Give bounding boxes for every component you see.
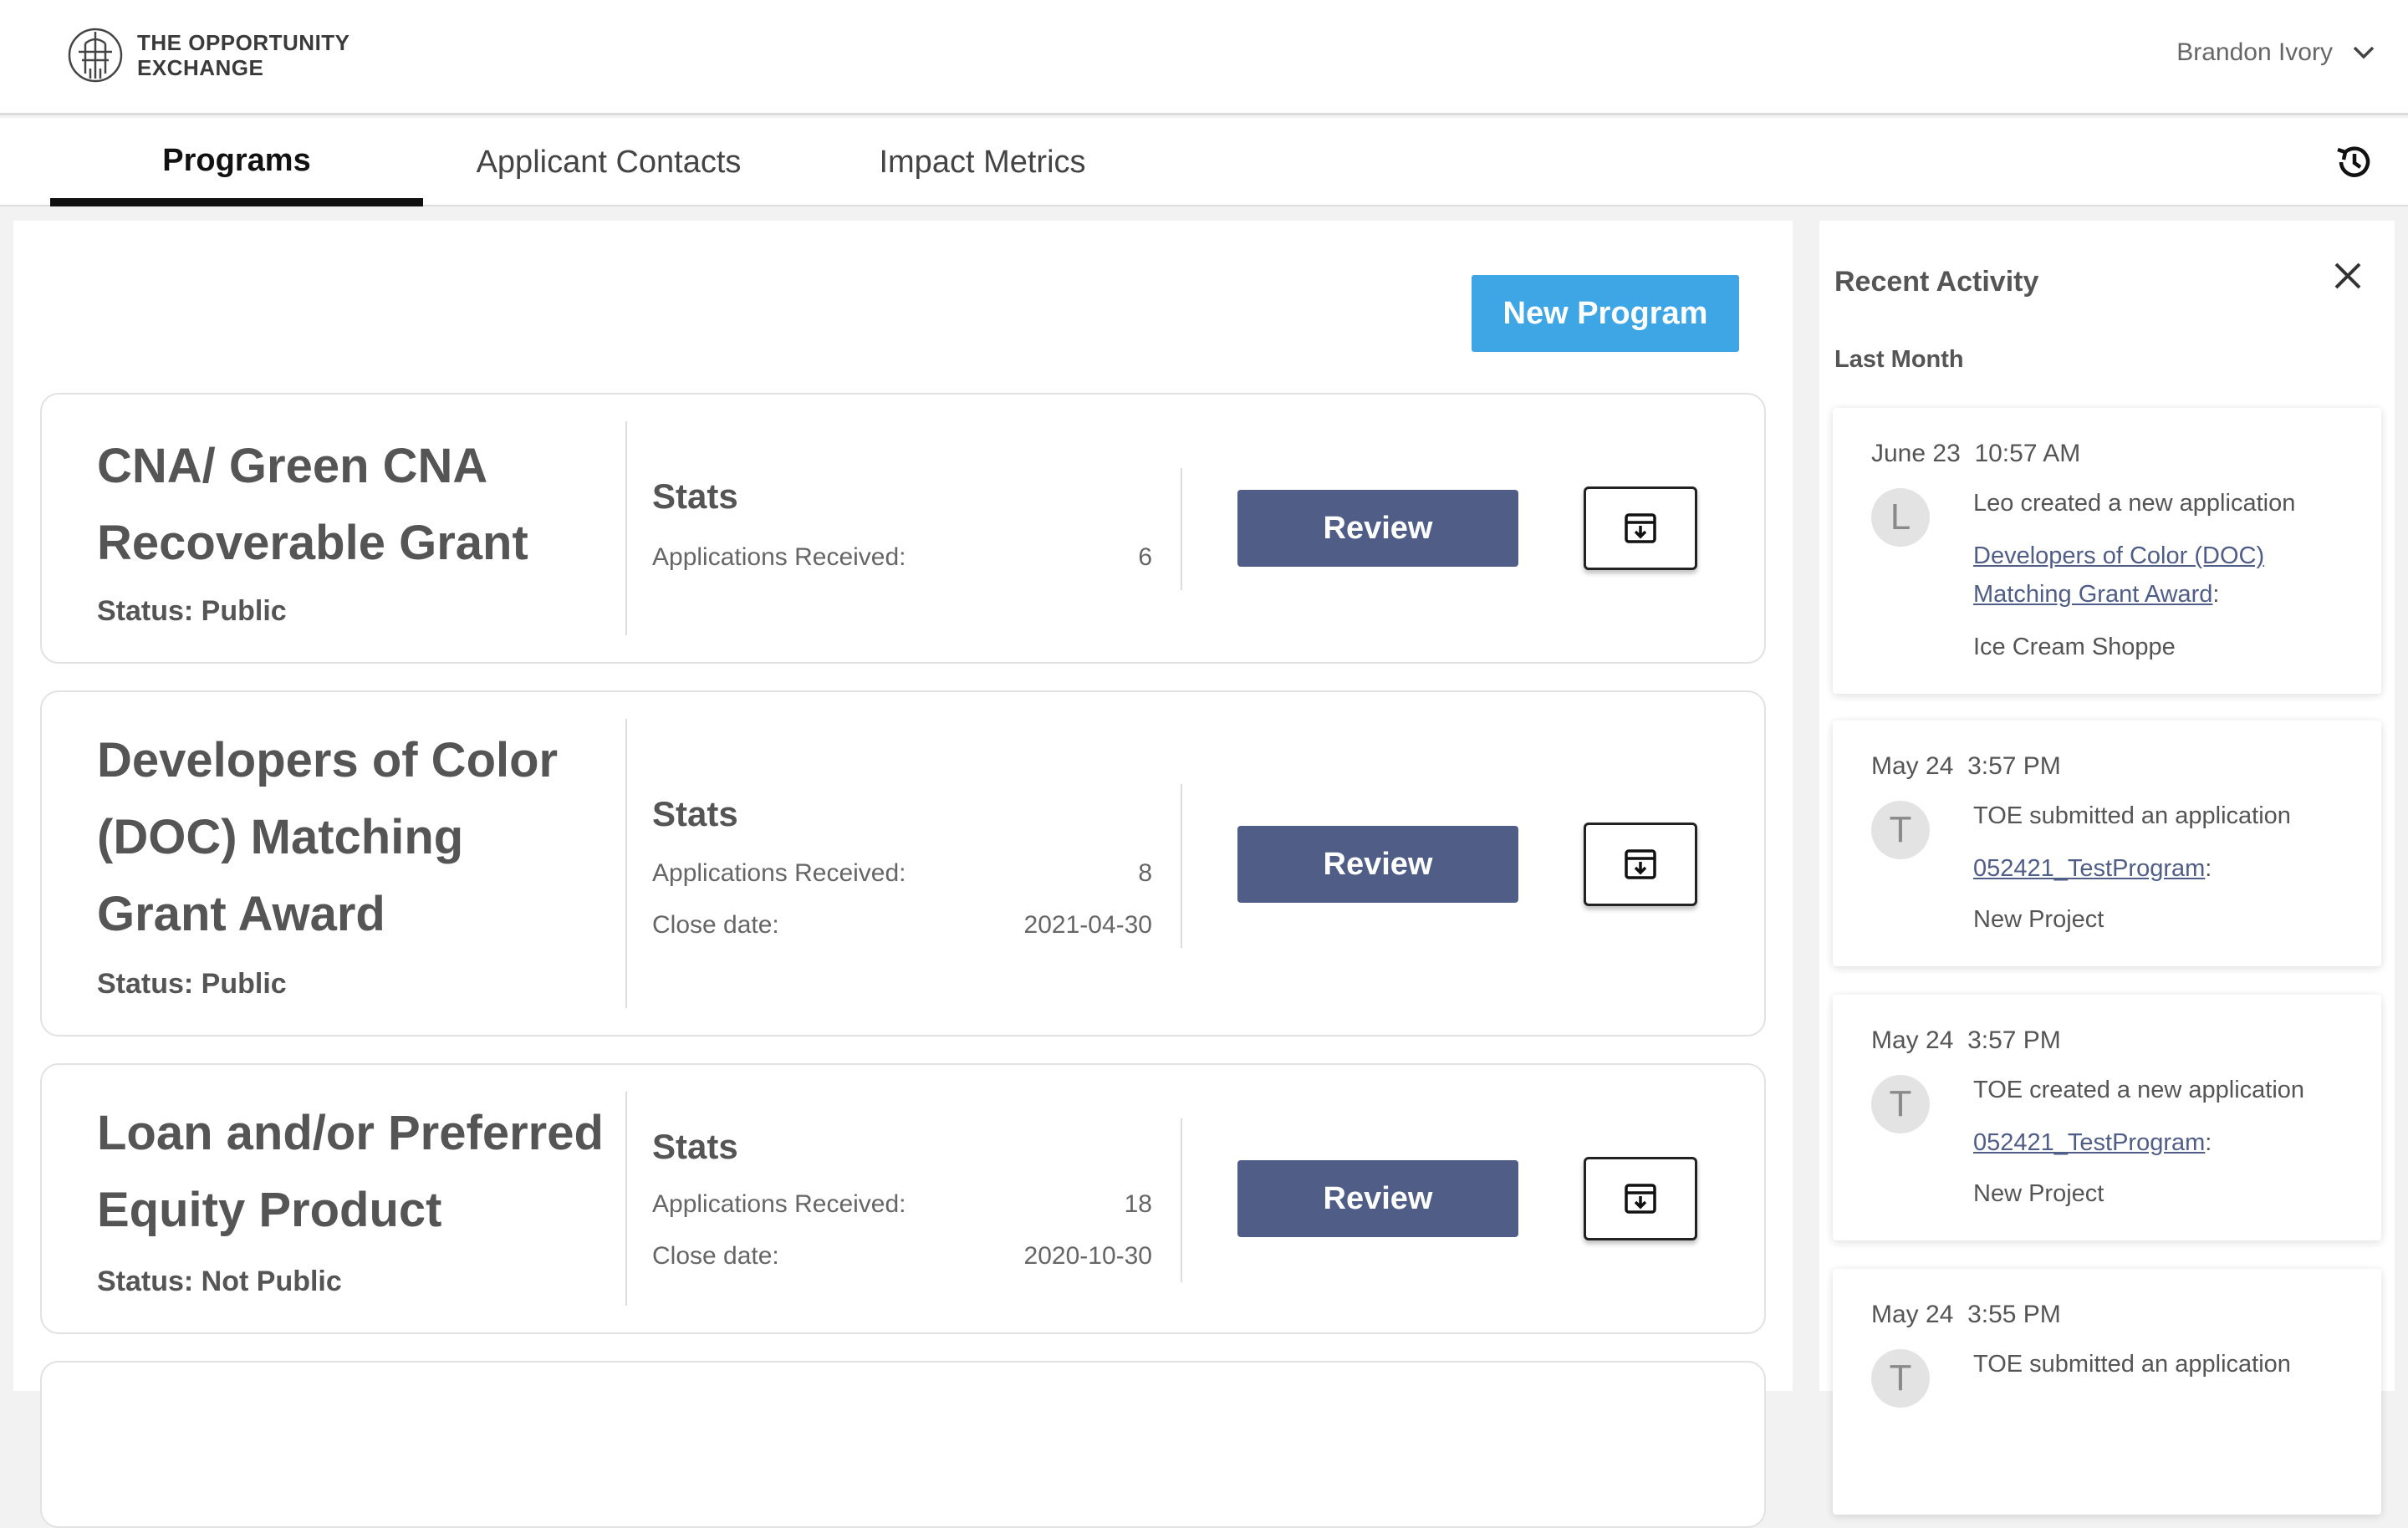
activity-project: New Project bbox=[1973, 1180, 2104, 1207]
archive-button[interactable] bbox=[1584, 823, 1697, 906]
activity-text: Leo created a new application bbox=[1973, 490, 2296, 517]
activity-program-link[interactable]: 052421_TestProgram bbox=[1973, 1129, 2205, 1156]
avatar: T bbox=[1871, 1349, 1930, 1408]
brand-name: THE OPPORTUNITY EXCHANGE bbox=[137, 30, 350, 80]
stat-value: 8 bbox=[1138, 859, 1152, 887]
activity-program-link[interactable]: 052421_TestProgram bbox=[1973, 855, 2205, 882]
archive-icon bbox=[1625, 1184, 1656, 1214]
program-status: Status: Public bbox=[97, 595, 287, 627]
card-divider bbox=[1181, 784, 1182, 948]
stat-label: Applications Received: bbox=[652, 543, 906, 571]
stat-label: Close date: bbox=[652, 1242, 779, 1270]
activity-project: New Project bbox=[1973, 906, 2104, 933]
activity-program-link[interactable]: Developers of Color (DOC) Matching Grant… bbox=[1973, 542, 2264, 608]
activity-item: May 24 3:57 PM T TOE created a new appli… bbox=[1833, 995, 2381, 1240]
activity-date: May 24 bbox=[1871, 1301, 1954, 1328]
activity-text: TOE submitted an application bbox=[1973, 802, 2291, 829]
activity-timestamp: May 24 3:55 PM bbox=[1871, 1301, 2061, 1329]
tab-bar: Programs Applicant Contacts Impact Metri… bbox=[0, 118, 2408, 206]
stat-applications: Applications Received: 8 bbox=[652, 859, 1152, 888]
activity-text: TOE submitted an application bbox=[1973, 1351, 2291, 1378]
avatar: L bbox=[1871, 488, 1930, 547]
archive-icon bbox=[1625, 849, 1656, 879]
programs-panel: New Program CNA/ Green CNA Recoverable G… bbox=[13, 221, 1793, 1528]
activity-title: Recent Activity bbox=[1834, 266, 2039, 298]
stat-value: 6 bbox=[1138, 543, 1152, 571]
activity-timestamp: June 23 10:57 AM bbox=[1871, 440, 2080, 468]
archive-button[interactable] bbox=[1584, 486, 1697, 570]
avatar: T bbox=[1871, 1075, 1930, 1133]
recent-activity-panel: Recent Activity Last Month June 23 10:57… bbox=[1819, 221, 2395, 1515]
brand-line-1: THE OPPORTUNITY bbox=[137, 30, 350, 55]
program-status: Status: Public bbox=[97, 968, 287, 1000]
stat-label: Close date: bbox=[652, 911, 779, 939]
stats-title: Stats bbox=[652, 794, 738, 833]
stat-label: Applications Received: bbox=[652, 1190, 906, 1218]
activity-program: 052421_TestProgram: bbox=[1973, 1129, 2212, 1156]
archive-icon bbox=[1625, 513, 1656, 543]
activity-item: May 24 3:55 PM T TOE submitted an applic… bbox=[1833, 1269, 2381, 1515]
activity-program: 052421_TestProgram: bbox=[1973, 855, 2212, 882]
brand-logo-icon bbox=[68, 28, 123, 83]
card-divider bbox=[1181, 1118, 1182, 1282]
card-divider bbox=[625, 1092, 627, 1306]
brand[interactable]: THE OPPORTUNITY EXCHANGE bbox=[67, 23, 350, 87]
top-header: THE OPPORTUNITY EXCHANGE Brandon Ivory bbox=[0, 0, 2408, 115]
stats-title: Stats bbox=[652, 1127, 738, 1166]
review-button[interactable]: Review bbox=[1237, 826, 1518, 903]
stat-value: 18 bbox=[1124, 1190, 1152, 1218]
activity-time: 3:55 PM bbox=[1967, 1301, 2061, 1328]
stat-close-date: Close date: 2020-10-30 bbox=[652, 1242, 1152, 1271]
stat-label: Applications Received: bbox=[652, 859, 906, 887]
stat-applications: Applications Received: 18 bbox=[652, 1190, 1152, 1219]
stats-title: Stats bbox=[652, 476, 738, 516]
review-button[interactable]: Review bbox=[1237, 1160, 1518, 1237]
stat-value: 2021-04-30 bbox=[1023, 911, 1152, 939]
activity-text: TOE created a new application bbox=[1973, 1077, 2305, 1103]
chevron-down-icon bbox=[2353, 46, 2375, 59]
activity-project: Ice Cream Shoppe bbox=[1973, 634, 2176, 660]
activity-timestamp: May 24 3:57 PM bbox=[1871, 1026, 2061, 1055]
program-title: Loan and/or Preferred Equity Product bbox=[97, 1106, 604, 1237]
program-card: CNA/ Green CNA Recoverable Grant Status:… bbox=[40, 393, 1766, 664]
activity-section-label: Last Month bbox=[1834, 346, 1964, 373]
program-title: CNA/ Green CNA Recoverable Grant bbox=[97, 439, 528, 570]
close-icon[interactable] bbox=[2331, 259, 2365, 293]
card-divider bbox=[1181, 468, 1182, 590]
program-card: Developers of Color (DOC) Matching Grant… bbox=[40, 690, 1766, 1036]
activity-item: June 23 10:57 AM L Leo created a new app… bbox=[1833, 408, 2381, 694]
tab-impact-metrics[interactable]: Impact Metrics bbox=[870, 118, 1095, 206]
card-divider bbox=[625, 719, 627, 1008]
program-card bbox=[40, 1361, 1766, 1528]
stat-applications: Applications Received: 6 bbox=[652, 543, 1152, 572]
activity-program: Developers of Color (DOC) Matching Grant… bbox=[1973, 542, 2265, 608]
activity-date: June 23 bbox=[1871, 440, 1961, 467]
activity-date: May 24 bbox=[1871, 752, 1954, 780]
activity-item: May 24 3:57 PM T TOE submitted an applic… bbox=[1833, 721, 2381, 966]
avatar: T bbox=[1871, 801, 1930, 859]
activity-date: May 24 bbox=[1871, 1026, 1954, 1054]
activity-time: 3:57 PM bbox=[1967, 752, 2061, 780]
tab-programs[interactable]: Programs bbox=[50, 118, 423, 206]
stat-value: 2020-10-30 bbox=[1023, 1242, 1152, 1270]
program-title: Developers of Color (DOC) Matching Grant… bbox=[97, 733, 559, 941]
activity-time: 3:57 PM bbox=[1967, 1026, 2061, 1054]
tab-applicant-contacts[interactable]: Applicant Contacts bbox=[468, 118, 749, 206]
new-program-button[interactable]: New Program bbox=[1472, 275, 1739, 352]
stat-close-date: Close date: 2021-04-30 bbox=[652, 911, 1152, 940]
program-status: Status: Not Public bbox=[97, 1266, 342, 1297]
program-card: Loan and/or Preferred Equity Product Sta… bbox=[40, 1063, 1766, 1334]
archive-button[interactable] bbox=[1584, 1157, 1697, 1240]
activity-timestamp: May 24 3:57 PM bbox=[1871, 752, 2061, 781]
history-icon[interactable] bbox=[2333, 141, 2375, 183]
user-name: Brandon Ivory bbox=[2176, 38, 2333, 66]
brand-line-2: EXCHANGE bbox=[137, 55, 264, 80]
user-menu[interactable]: Brandon Ivory bbox=[2176, 38, 2375, 67]
review-button[interactable]: Review bbox=[1237, 490, 1518, 567]
card-divider bbox=[625, 421, 627, 635]
activity-time: 10:57 AM bbox=[1974, 440, 2081, 467]
